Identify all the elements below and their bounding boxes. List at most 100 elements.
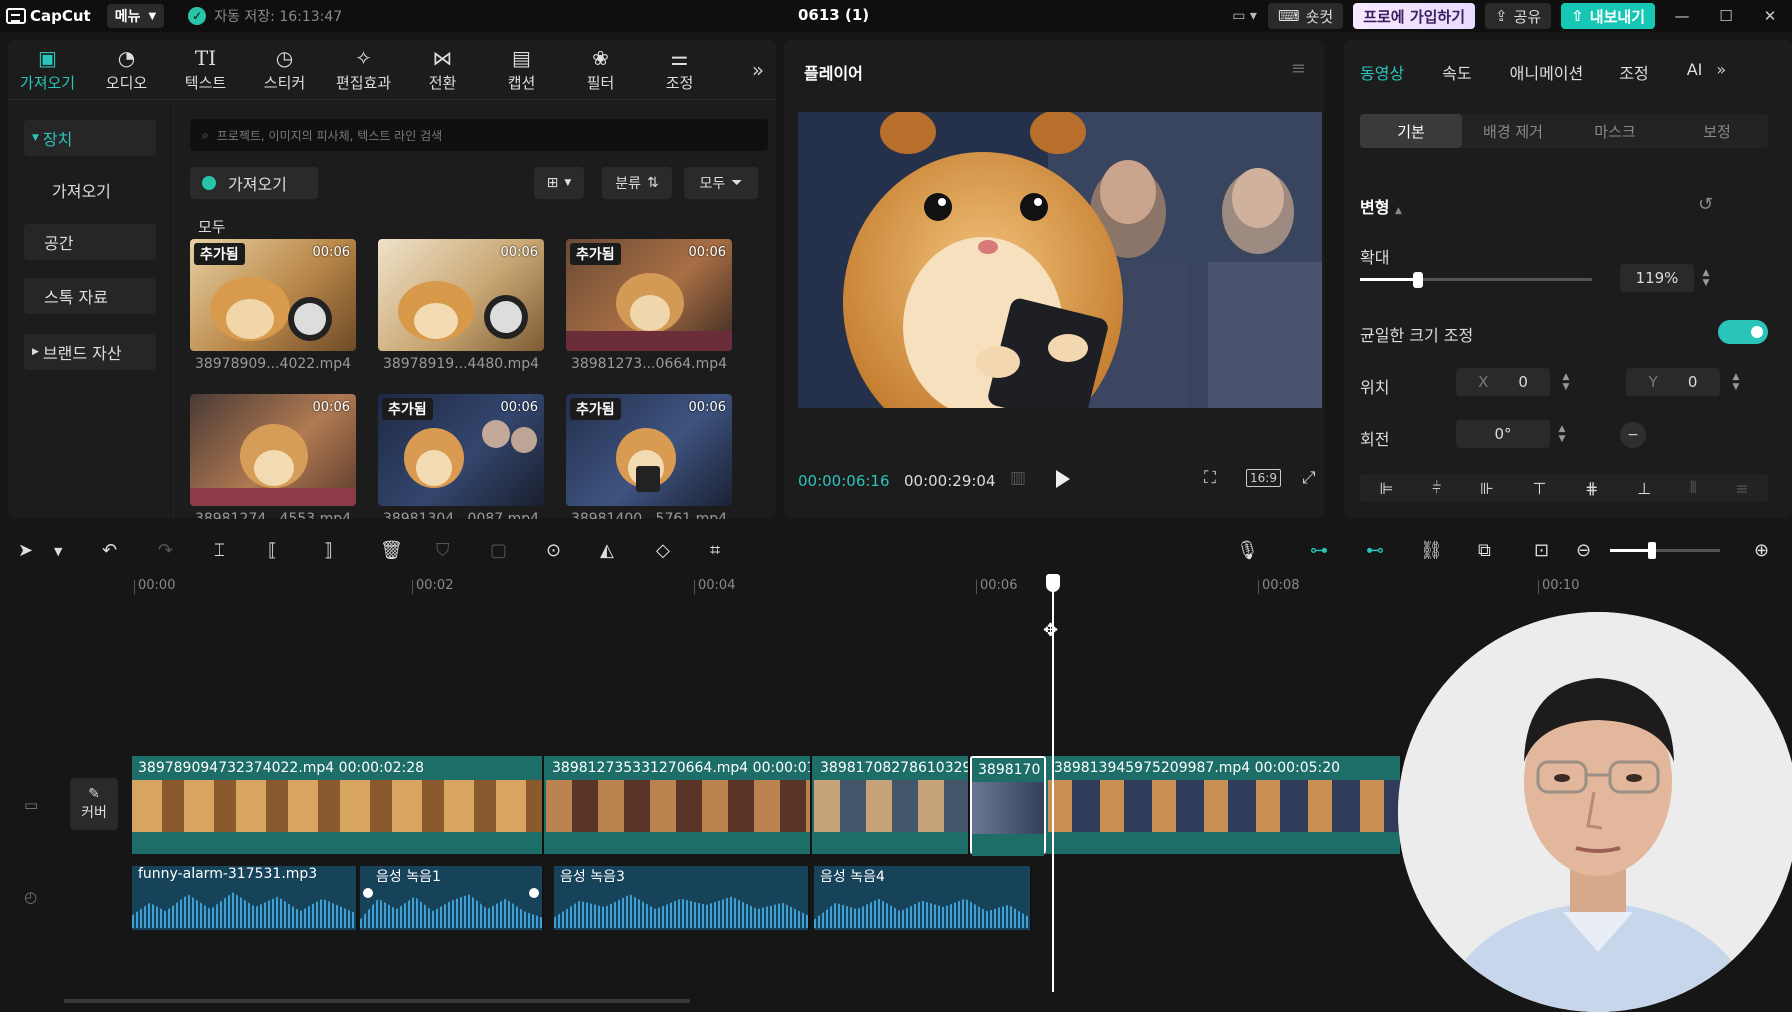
preview-icon[interactable]: ⊡ <box>1534 540 1549 561</box>
video-preview[interactable] <box>798 112 1322 408</box>
split-icon[interactable]: ⌶ <box>214 540 225 561</box>
align-left-icon[interactable]: ⊫ <box>1379 479 1393 498</box>
position-x-stepper-icon[interactable]: ▲ ▼ <box>1558 368 1574 396</box>
tool-audio[interactable]: ◔ 오디오 <box>87 40 166 99</box>
sidebar-item-brand[interactable]: ▶ 브랜드 자산 <box>24 334 156 370</box>
zoom-out-icon[interactable]: ⊖ <box>1576 540 1591 561</box>
scale-stepper-icon[interactable]: ▲ ▼ <box>1698 264 1714 292</box>
select-cursor-icon[interactable]: ➤ <box>18 540 33 561</box>
pro-join-button[interactable]: 프로에 가입하기 <box>1353 3 1476 29</box>
tool-adjust[interactable]: ⚌ 조정 <box>640 40 719 99</box>
play-circle-icon[interactable]: ⊙ <box>546 540 561 561</box>
media-thumb-2[interactable]: 00:06 <box>378 239 544 351</box>
sidebar-item-space[interactable]: 공간 <box>24 224 156 260</box>
zoom-in-icon[interactable]: ⊕ <box>1754 540 1769 561</box>
audio-clip[interactable]: 음성 녹음1 <box>360 866 544 930</box>
scale-value-field[interactable]: 119% <box>1620 264 1694 292</box>
distribute-v-icon[interactable]: ≡ <box>1735 479 1748 498</box>
link-icon[interactable]: ⛓ <box>1420 540 1443 561</box>
maximize-icon[interactable]: ☐ <box>1704 7 1748 25</box>
split-right-icon[interactable]: ⟧ <box>324 540 333 561</box>
subtab-remove-bg[interactable]: 배경 제거 <box>1462 114 1564 148</box>
video-clip[interactable]: 38981708278610329 <box>814 756 970 854</box>
reset-icon[interactable]: ↺ <box>1698 194 1713 215</box>
tool-effects[interactable]: ✧ 편집효과 <box>324 40 403 99</box>
shield-icon[interactable]: ⛉ <box>436 540 450 561</box>
video-clip[interactable]: 389813945975209987.mp4 00:00:05:20 <box>1048 756 1402 854</box>
tab-speed[interactable]: 속도 <box>1442 60 1471 84</box>
media-thumb-5[interactable]: 추가됨 00:06 <box>378 394 544 506</box>
uniform-scale-toggle[interactable] <box>1718 320 1768 344</box>
video-clip[interactable]: 389789094732374022.mp4 00:00:02:28 <box>132 756 544 854</box>
scale-slider[interactable] <box>1360 272 1592 288</box>
align-top-icon[interactable]: ⊤ <box>1532 479 1546 498</box>
position-y-stepper-icon[interactable]: ▲ ▼ <box>1728 368 1744 396</box>
crop-icon[interactable]: ⌗ <box>710 540 720 561</box>
minimize-icon[interactable]: — <box>1660 7 1704 25</box>
auto-snap-icon[interactable]: ⊷ <box>1366 540 1384 561</box>
transform-heading[interactable]: 변형 ▲ <box>1360 194 1402 218</box>
align-right-icon[interactable]: ⊪ <box>1480 479 1494 498</box>
rotate-icon[interactable]: ◇ <box>656 540 670 561</box>
zoom-slider-knob[interactable] <box>1647 542 1656 559</box>
split-left-icon[interactable]: ⟦ <box>268 540 277 561</box>
mirror-icon[interactable]: ◭ <box>600 540 614 561</box>
zoom-slider[interactable] <box>1610 542 1720 559</box>
split-view-icon[interactable]: ⧉ <box>1478 540 1491 561</box>
fade-handle-icon[interactable] <box>529 888 539 898</box>
cover-button[interactable]: ✎ 커버 <box>70 778 118 830</box>
redo-icon[interactable]: ↷ <box>158 540 173 561</box>
chevron-down-icon[interactable]: ▼ <box>54 545 62 558</box>
sidebar-item-stock[interactable]: 스톡 자료 <box>24 278 156 314</box>
align-center-icon[interactable]: ⫩ <box>1432 478 1441 498</box>
timeline-scrollbar[interactable] <box>64 999 690 1003</box>
audio-track-icon[interactable]: ◴ <box>24 888 37 906</box>
media-search-input[interactable]: ⌕ 프로젝트, 이미지의 피사체, 텍스트 라인 검색 <box>190 119 768 151</box>
sort-button[interactable]: 분류 ⇅ <box>602 167 672 199</box>
magnet-icon[interactable]: ⊶ <box>1310 540 1328 561</box>
position-y-field[interactable]: Y 0 <box>1626 368 1720 396</box>
tool-import[interactable]: ▣ 가져오기 <box>8 40 87 99</box>
scale-slider-knob[interactable] <box>1413 272 1423 288</box>
undo-icon[interactable]: ↶ <box>102 540 117 561</box>
tool-caption[interactable]: ▤ 캡션 <box>482 40 561 99</box>
tool-transition[interactable]: ⋈ 전환 <box>403 40 482 99</box>
fit-screen-icon[interactable]: ⛶ <box>1204 468 1216 488</box>
audio-clip[interactable]: 음성 녹음4 <box>814 866 1032 930</box>
filter-button[interactable]: 모두 ⏷ <box>684 167 758 199</box>
media-thumb-1[interactable]: 추가됨 00:06 <box>190 239 356 351</box>
project-title[interactable]: 0613 (1) <box>798 6 869 24</box>
rotation-dial-icon[interactable]: − <box>1620 422 1646 448</box>
distribute-h-icon[interactable]: ⫴ <box>1690 478 1697 498</box>
tab-adjust[interactable]: 조정 <box>1619 60 1648 84</box>
media-thumb-4[interactable]: 00:06 <box>190 394 356 506</box>
timeline-grid-icon[interactable]: ▥ <box>1010 468 1026 488</box>
microphone-icon[interactable]: 🎙 <box>1236 540 1259 561</box>
tool-text[interactable]: TI 텍스트 <box>166 40 245 99</box>
media-thumb-6[interactable]: 추가됨 00:06 <box>566 394 732 506</box>
shortcut-button[interactable]: ⌨ 숏컷 <box>1267 3 1344 29</box>
audio-clip[interactable]: funny-alarm-317531.mp3 <box>132 866 358 930</box>
share-button[interactable]: ⇪ 공유 <box>1485 3 1552 29</box>
video-clip-selected[interactable]: 3898170 <box>970 756 1046 856</box>
toolbar-more-icon[interactable]: » <box>740 40 776 99</box>
tabs-more-icon[interactable]: » <box>1716 60 1726 84</box>
tool-sticker[interactable]: ◷ 스티커 <box>245 40 324 99</box>
layout-icon[interactable]: ▭ ▾ <box>1232 8 1257 24</box>
video-track-icon[interactable]: ▭ <box>24 796 38 814</box>
tab-video[interactable]: 동영상 <box>1360 60 1404 84</box>
delete-icon[interactable]: 🗑 <box>380 540 403 561</box>
playhead-handle[interactable] <box>1046 574 1060 592</box>
audio-clip[interactable]: 음성 녹음3 <box>554 866 810 930</box>
subtab-basic[interactable]: 기본 <box>1360 114 1462 148</box>
tab-animation[interactable]: 애니메이션 <box>1510 60 1584 84</box>
align-bottom-icon[interactable]: ⊥ <box>1637 479 1651 498</box>
subtab-correct[interactable]: 보정 <box>1666 114 1768 148</box>
position-x-field[interactable]: X 0 <box>1456 368 1550 396</box>
view-toggle-button[interactable]: ⊞ ▼ <box>534 167 584 199</box>
export-button[interactable]: ⇧ 내보내기 <box>1561 3 1655 29</box>
rotation-field[interactable]: 0° <box>1456 420 1550 448</box>
media-thumb-3[interactable]: 추가됨 00:06 <box>566 239 732 351</box>
rotation-stepper-icon[interactable]: ▲ ▼ <box>1554 420 1570 448</box>
fullscreen-icon[interactable]: ⤢ <box>1302 468 1316 488</box>
